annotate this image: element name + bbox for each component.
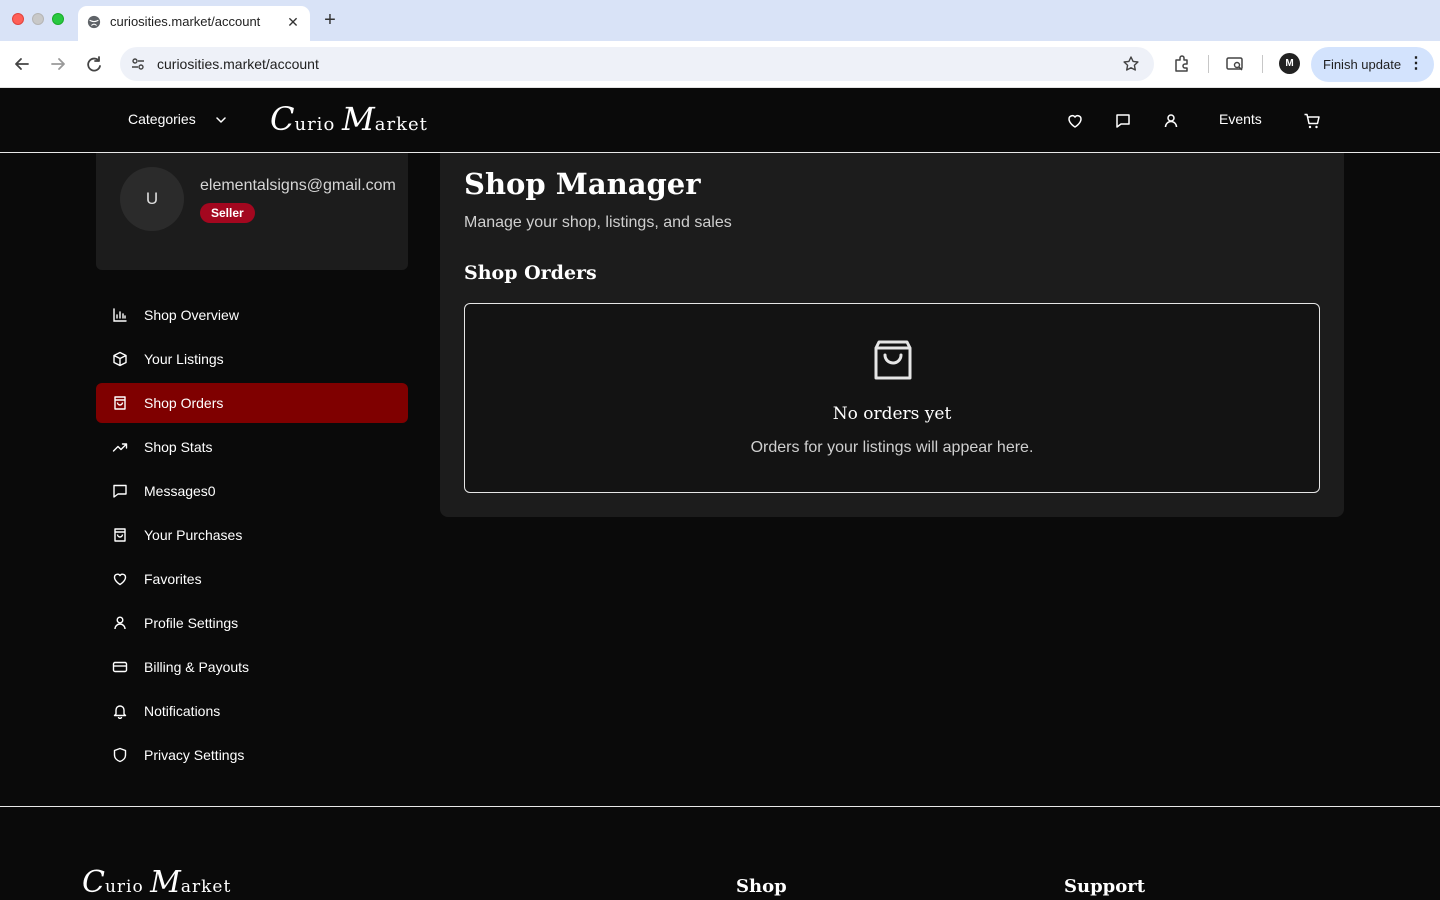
categories-label: Categories [128,111,196,127]
bar-chart-icon [113,308,127,322]
sidebar-item-label: Your Purchases [144,527,243,543]
message-icon [113,484,127,498]
user-email: elementalsigns@gmail.com [200,177,396,194]
toolbar-divider [1262,55,1263,73]
orders-empty-state: No orders yet Orders for your listings w… [464,303,1320,493]
sidebar-item-label: Your Listings [144,351,224,367]
sidebar-item-billing-payouts[interactable]: Billing & Payouts [96,647,408,687]
shopping-bag-icon [114,396,126,410]
tab-close-icon[interactable]: ✕ [284,13,302,31]
empty-state-text: Orders for your listings will appear her… [750,439,1034,456]
user-icon [114,616,126,630]
sidebar-item-shop-stats[interactable]: Shop Stats [96,427,408,467]
cart-icon[interactable] [1303,112,1321,130]
sidebar-item-your-purchases[interactable]: Your Purchases [96,515,408,555]
sidebar-item-privacy-settings[interactable]: Privacy Settings [96,735,408,775]
sidebar-item-favorites[interactable]: Favorites [96,559,408,599]
avatar: U [120,167,184,231]
section-title: Shop Orders [464,262,597,284]
chevron-down-icon [216,117,226,123]
trending-up-icon [112,443,128,452]
browser-tabstrip: curiosities.market/account ✕ + [0,0,1440,41]
footer-logo[interactable]: Curio Market [82,865,231,900]
page-subtitle: Manage your shop, listings, and sales [464,214,732,231]
credit-card-icon [112,661,128,673]
site-header: Categories Curio Market Events [0,88,1440,153]
heart-icon [113,573,127,586]
empty-state-title: No orders yet [832,404,952,424]
window-minimize-button[interactable] [32,13,44,25]
footer-heading-shop: Shop [736,876,787,897]
shield-icon [113,747,127,763]
bookmark-star-icon[interactable] [1122,55,1140,73]
window-close-button[interactable] [12,13,24,25]
browser-profile-avatar[interactable]: M [1279,53,1300,74]
browser-tab[interactable]: curiosities.market/account ✕ [78,6,310,41]
bell-icon [113,705,127,719]
sidebar-item-notifications[interactable]: Notifications [96,691,408,731]
categories-menu[interactable]: Categories [128,111,226,127]
address-bar[interactable]: curiosities.market/account [120,47,1154,81]
package-icon [113,351,127,367]
site-logo[interactable]: Curio Market [270,100,428,138]
new-tab-button[interactable]: + [320,10,340,30]
role-badge: Seller [200,203,255,223]
sidebar-item-label: Shop Overview [144,307,239,323]
tab-search-icon[interactable] [1225,54,1245,74]
heart-icon[interactable] [1066,112,1084,130]
forward-icon[interactable] [47,53,69,75]
sidebar-item-label: Messages0 [144,483,216,499]
toolbar-divider [1208,55,1209,73]
window-maximize-button[interactable] [52,13,64,25]
page-title: Shop Manager [464,167,701,201]
sidebar-item-label: Notifications [144,703,221,719]
back-icon[interactable] [11,53,33,75]
sidebar-item-shop-orders[interactable]: Shop Orders [96,383,408,423]
shop-manager-panel: Shop Manager Manage your shop, listings,… [440,153,1344,517]
profile-card: U elementalsigns@gmail.com Seller [96,153,408,270]
footer-heading-support: Support [1064,876,1146,897]
sidebar-item-label: Favorites [144,571,202,587]
message-icon[interactable] [1114,112,1132,130]
browser-toolbar: curiosities.market/account M Finish upda… [0,41,1440,88]
url-text: curiosities.market/account [157,56,319,72]
sidebar-item-label: Shop Stats [144,439,213,455]
finish-update-label: Finish update [1323,57,1402,72]
site-footer: Curio Market Shop Support [0,806,1440,900]
shopping-bag-icon [114,528,126,542]
sidebar-item-label: Privacy Settings [144,747,245,763]
site-info-icon[interactable] [130,56,146,72]
sidebar-item-label: Shop Orders [144,395,224,411]
sidebar-item-profile-settings[interactable]: Profile Settings [96,603,408,643]
sidebar-item-label: Profile Settings [144,615,239,631]
sidebar-item-your-listings[interactable]: Your Listings [96,339,408,379]
browser-menu-icon[interactable]: ⋮ [1408,55,1424,73]
sidebar-item-messages[interactable]: Messages0 [96,471,408,511]
user-icon[interactable] [1162,112,1180,130]
sidebar-item-shop-overview[interactable]: Shop Overview [96,295,408,335]
reload-icon[interactable] [83,53,105,75]
globe-icon [87,15,101,29]
tab-title: curiosities.market/account [110,14,261,29]
finish-update-button[interactable]: Finish update ⋮ [1311,47,1434,82]
sidebar-item-label: Billing & Payouts [144,659,250,675]
shopping-bag-icon [874,340,912,380]
events-link[interactable]: Events [1219,111,1262,127]
extensions-icon[interactable] [1172,54,1192,74]
